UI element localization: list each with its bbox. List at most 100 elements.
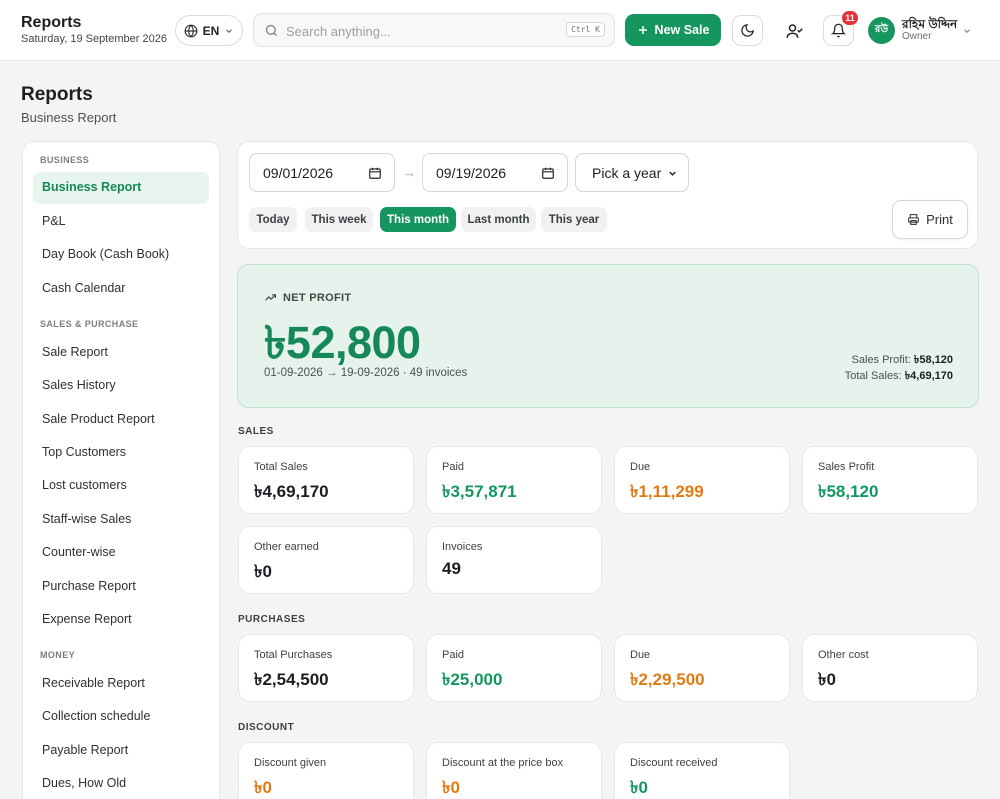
metric-value: ৳4,69,170 bbox=[254, 482, 329, 501]
moon-icon bbox=[741, 24, 754, 37]
metric-label: Paid bbox=[442, 461, 465, 473]
top-bar: Reports Saturday, 19 September 2026 EN C… bbox=[0, 0, 1000, 61]
to-date-input[interactable]: 09/19/2026 bbox=[422, 153, 568, 192]
metric-card-sales-paid: Paid ৳3,57,871 bbox=[426, 446, 602, 514]
metric-card-purchases-due: Due ৳2,29,500 bbox=[614, 634, 790, 702]
year-select-placeholder: Pick a year bbox=[592, 164, 662, 181]
sales-section-title: SALES bbox=[238, 426, 274, 437]
search-shortcut-hint: Ctrl K bbox=[566, 22, 605, 37]
metric-value: ৳0 bbox=[630, 778, 648, 797]
app-title: Reports bbox=[21, 14, 82, 31]
net-profit-range: 01-09-2026 → 19-09-2026 · 49 invoices bbox=[264, 367, 468, 379]
from-date-input[interactable]: 09/01/2026 bbox=[249, 153, 395, 192]
page-title: Reports bbox=[21, 84, 93, 105]
metric-value: ৳0 bbox=[818, 670, 836, 689]
preset-this-week[interactable]: This week bbox=[305, 207, 373, 232]
metric-value: 49 bbox=[442, 559, 461, 578]
net-profit-heading: NET PROFIT bbox=[264, 291, 351, 304]
sidebar-item-dues-how-old[interactable]: Dues, How Old bbox=[42, 776, 126, 790]
metric-label: Due bbox=[630, 461, 651, 473]
metric-label: Total Purchases bbox=[254, 649, 333, 661]
print-label: Print bbox=[926, 212, 953, 227]
metric-value: ৳0 bbox=[254, 562, 272, 581]
metric-card-total-sales: Total Sales ৳4,69,170 bbox=[238, 446, 414, 514]
metric-label: Sales Profit bbox=[818, 461, 875, 473]
language-selector[interactable]: EN bbox=[175, 15, 243, 46]
metric-card-total-purchases: Total Purchases ৳2,54,500 bbox=[238, 634, 414, 702]
metric-card-discount-received: Discount received ৳0 bbox=[614, 742, 790, 799]
current-date: Saturday, 19 September 2026 bbox=[21, 33, 167, 45]
user-role: Owner bbox=[902, 31, 932, 42]
total-sales-summary: Total Sales: ৳4,69,170 bbox=[845, 367, 953, 386]
metric-value: ৳2,29,500 bbox=[630, 670, 705, 689]
metric-label: Other cost bbox=[818, 649, 869, 661]
sidebar-item-sale-report[interactable]: Sale Report bbox=[42, 345, 108, 359]
search-input[interactable] bbox=[286, 21, 556, 41]
metric-label: Total Sales bbox=[254, 461, 308, 473]
metric-label: Due bbox=[630, 649, 651, 661]
sidebar-item-lost-customers[interactable]: Lost customers bbox=[42, 478, 127, 492]
total-sales-label: Total Sales: bbox=[844, 370, 902, 382]
sidebar-item-collection-schedule[interactable]: Collection schedule bbox=[42, 709, 150, 723]
date-range-arrow: → bbox=[403, 165, 416, 180]
metric-value: ৳58,120 bbox=[818, 482, 879, 501]
sidebar-item-payable-report[interactable]: Payable Report bbox=[42, 743, 128, 757]
sidebar-item-cash-calendar[interactable]: Cash Calendar bbox=[42, 281, 125, 295]
metric-label: Invoices bbox=[442, 541, 483, 553]
preset-last-month[interactable]: Last month bbox=[461, 207, 536, 232]
year-select[interactable]: Pick a year bbox=[575, 153, 689, 192]
sidebar-item-expense-report[interactable]: Expense Report bbox=[42, 612, 132, 626]
chevron-down-icon bbox=[669, 171, 676, 176]
globe-icon bbox=[184, 24, 198, 37]
total-sales-value: ৳4,69,170 bbox=[904, 370, 953, 382]
sidebar-item-day-book[interactable]: Day Book (Cash Book) bbox=[42, 247, 169, 261]
metric-card-other-cost: Other cost ৳0 bbox=[802, 634, 978, 702]
new-sale-label: New Sale bbox=[654, 23, 710, 37]
calendar-icon[interactable] bbox=[541, 166, 555, 180]
chevron-down-icon[interactable] bbox=[962, 26, 972, 36]
preset-this-year[interactable]: This year bbox=[541, 207, 607, 232]
purchases-section-title: PURCHASES bbox=[238, 614, 306, 625]
net-profit-label: NET PROFIT bbox=[283, 291, 352, 304]
metric-value: ৳3,57,871 bbox=[442, 482, 517, 501]
metric-card-other-earned: Other earned ৳0 bbox=[238, 526, 414, 594]
page-subtitle: Business Report bbox=[21, 110, 117, 125]
search-bar[interactable]: Ctrl K bbox=[253, 13, 615, 47]
metric-label: Other earned bbox=[254, 541, 319, 553]
sidebar-item-sale-product-report[interactable]: Sale Product Report bbox=[42, 412, 155, 426]
sidebar-item-sales-history[interactable]: Sales History bbox=[42, 378, 116, 392]
avatar[interactable]: রউ bbox=[868, 17, 895, 44]
sidebar-item-pl[interactable]: P&L bbox=[42, 214, 66, 228]
printer-icon bbox=[908, 214, 920, 225]
metric-value: ৳1,11,299 bbox=[630, 482, 704, 501]
new-sale-button[interactable]: New Sale bbox=[625, 14, 721, 46]
metric-value: ৳2,54,500 bbox=[254, 670, 329, 689]
sidebar-item-business-report[interactable]: Business Report bbox=[42, 180, 141, 194]
sidebar-item-top-customers[interactable]: Top Customers bbox=[42, 445, 126, 459]
metric-card-purchases-paid: Paid ৳25,000 bbox=[426, 634, 602, 702]
preset-today[interactable]: Today bbox=[249, 207, 297, 232]
sidebar-item-staff-wise-sales[interactable]: Staff-wise Sales bbox=[42, 512, 131, 526]
user-switch-button[interactable] bbox=[778, 15, 809, 46]
preset-this-month[interactable]: This month bbox=[380, 207, 456, 232]
search-icon bbox=[265, 24, 277, 36]
user-icon bbox=[786, 23, 803, 38]
sidebar-item-receivable-report[interactable]: Receivable Report bbox=[42, 676, 145, 690]
print-button[interactable]: Print bbox=[892, 200, 968, 239]
trending-up-icon bbox=[265, 294, 276, 301]
calendar-icon[interactable] bbox=[368, 166, 382, 180]
sidebar-section-sales-purchase: SALES & PURCHASE bbox=[40, 319, 139, 329]
sidebar-item-counter-wise[interactable]: Counter-wise bbox=[42, 545, 116, 559]
plus-icon bbox=[638, 26, 647, 34]
sales-profit-value: ৳58,120 bbox=[913, 354, 953, 366]
metric-label: Paid bbox=[442, 649, 465, 661]
sidebar-section-money: MONEY bbox=[40, 650, 76, 660]
notification-badge: 11 bbox=[841, 10, 859, 26]
theme-toggle-button[interactable] bbox=[732, 15, 763, 46]
sidebar-section-business: BUSINESS bbox=[40, 155, 90, 165]
sidebar-item-purchase-report[interactable]: Purchase Report bbox=[42, 579, 136, 593]
discount-section-title: DISCOUNT bbox=[238, 722, 295, 733]
chevron-down-icon bbox=[226, 28, 233, 33]
metric-value: ৳25,000 bbox=[442, 670, 503, 689]
bell-icon bbox=[831, 23, 846, 38]
